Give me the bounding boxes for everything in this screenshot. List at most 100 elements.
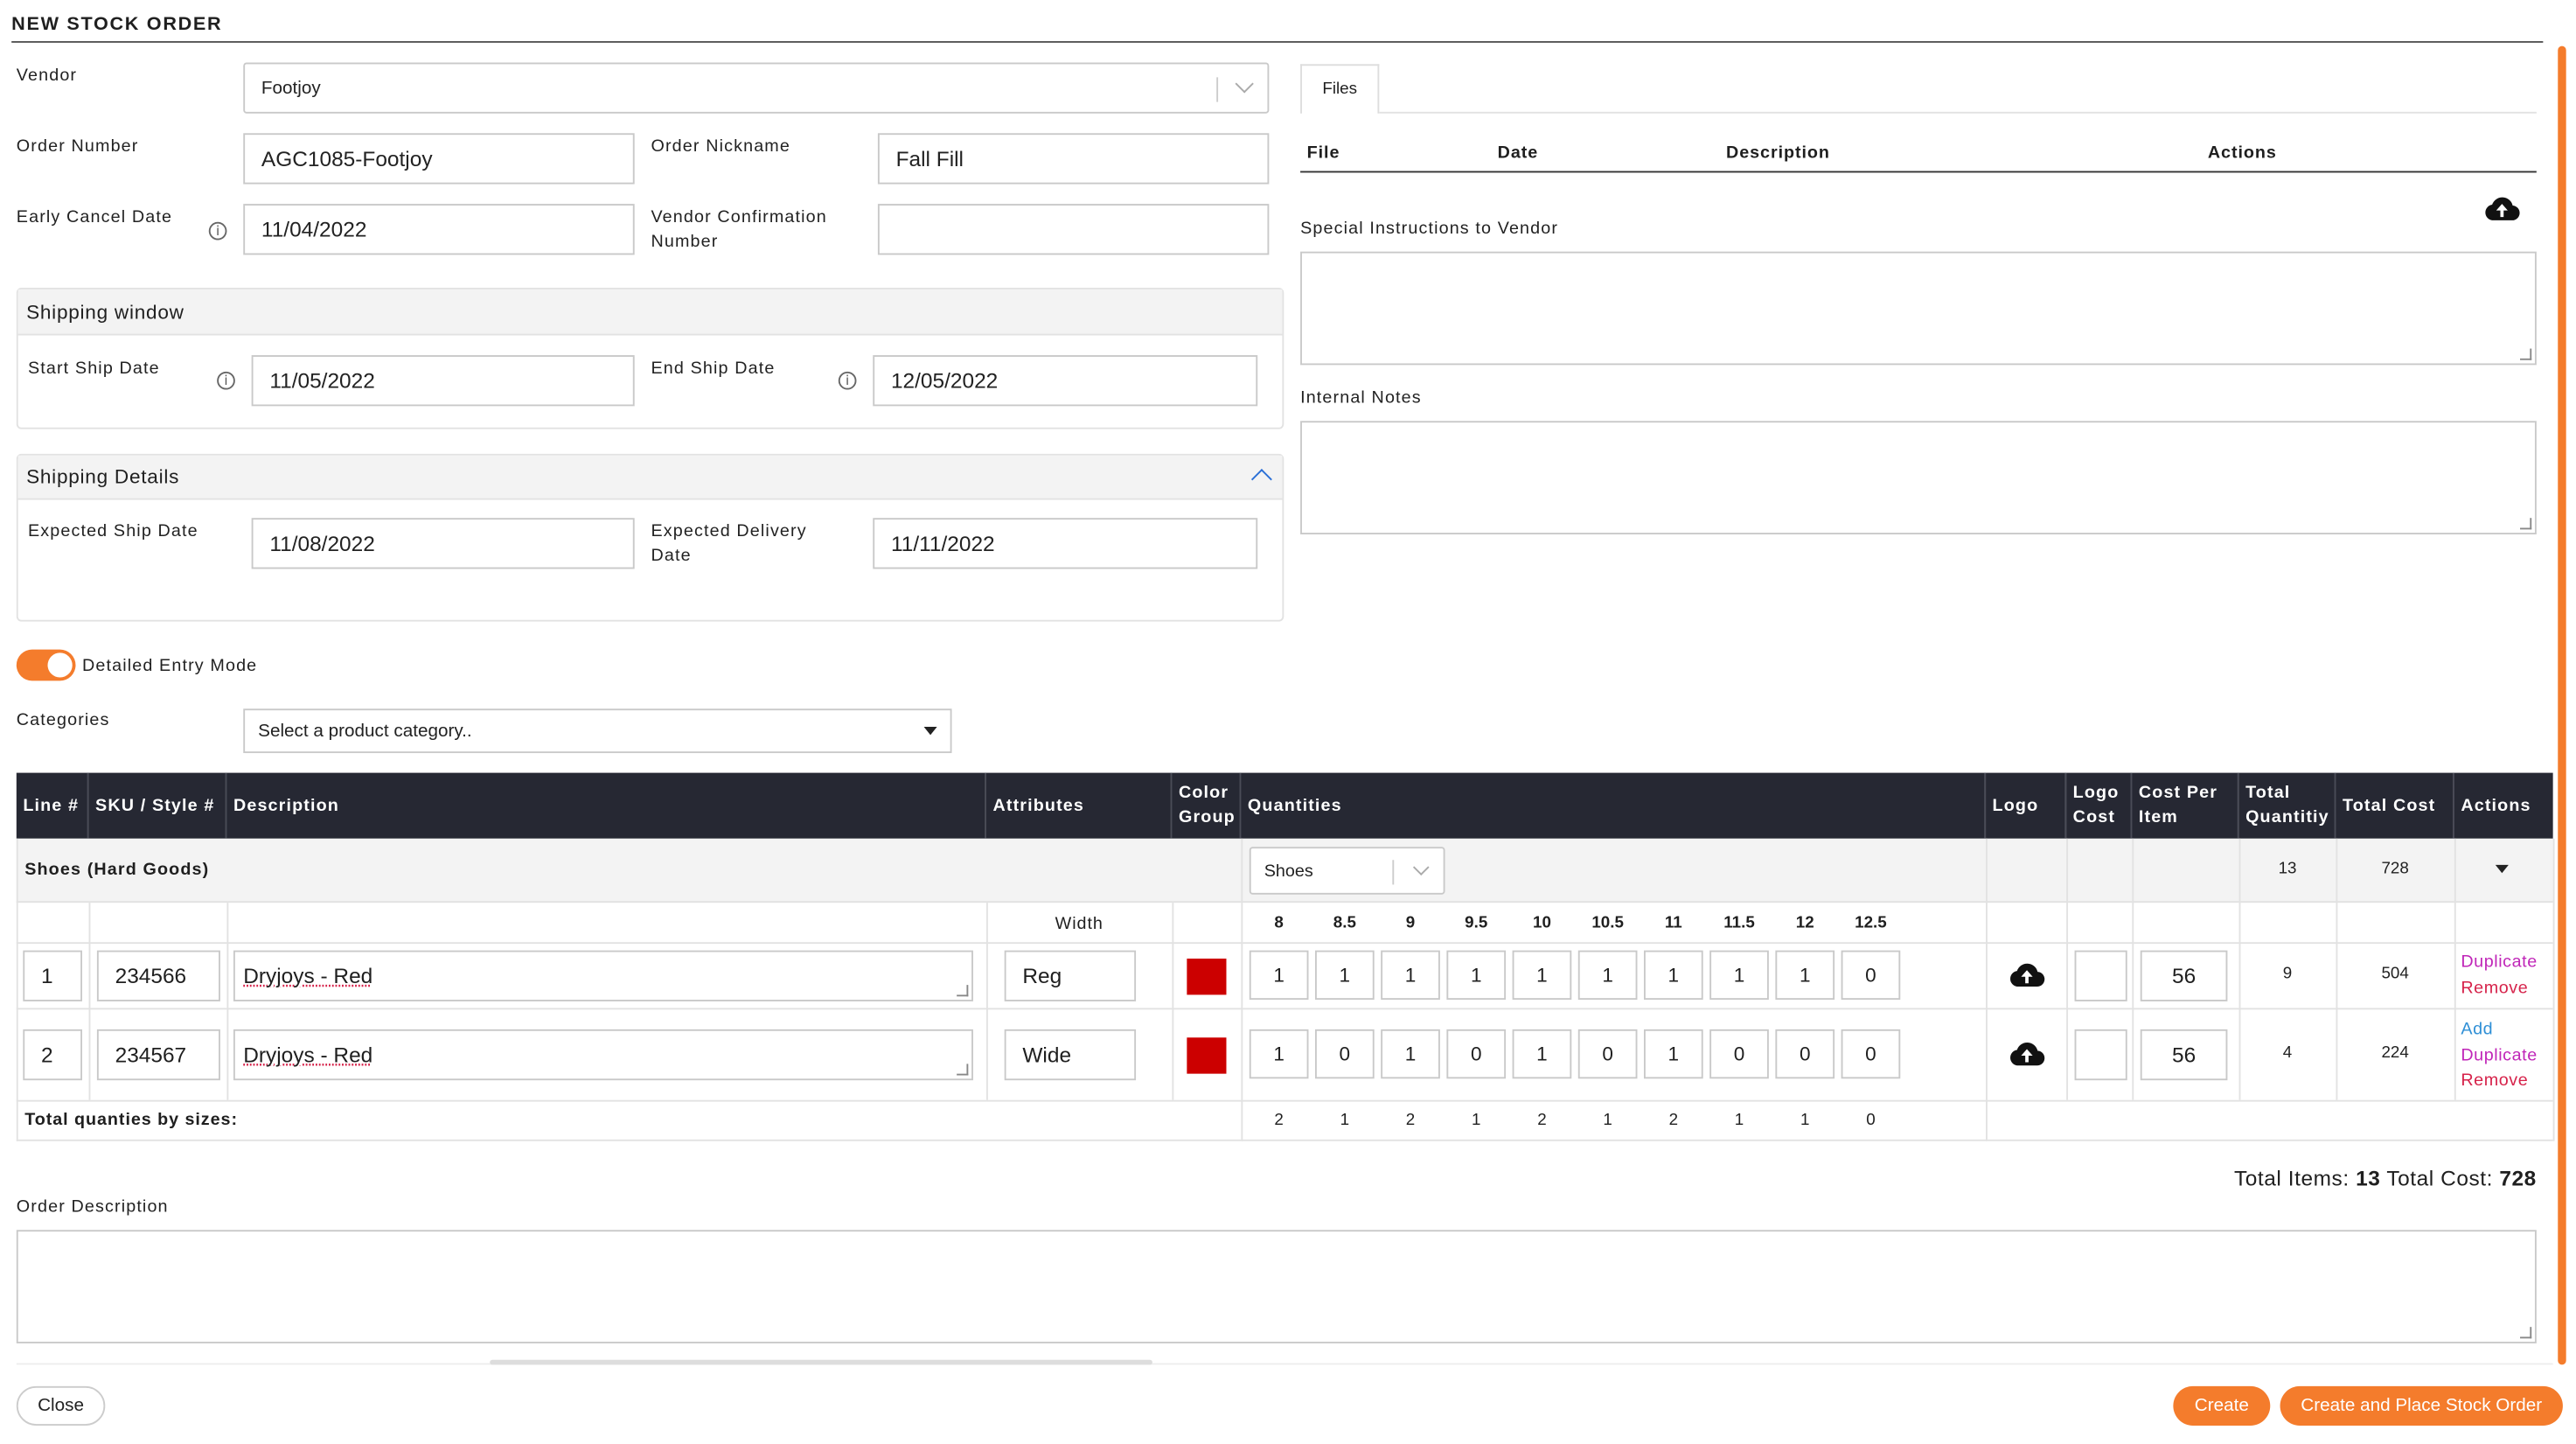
chevron-down-icon[interactable] (1413, 859, 1430, 875)
row-divider (17, 1140, 2553, 1141)
col-divider (1241, 839, 1243, 1141)
sku-input[interactable]: 234566 (97, 951, 220, 1001)
col-color-group-1: Color (1179, 781, 1229, 806)
width-input[interactable]: Wide (1005, 1029, 1136, 1080)
row-divider (17, 1100, 2553, 1102)
cost-per-item-input[interactable]: 56 (2141, 951, 2228, 1001)
info-icon[interactable]: i (217, 372, 235, 390)
end-ship-input[interactable]: 12/05/2022 (873, 355, 1257, 406)
caret-down-icon[interactable] (2496, 865, 2509, 873)
width-input[interactable]: Reg (1005, 951, 1136, 1001)
action-remove-link[interactable]: Remove (2461, 978, 2528, 998)
create-button[interactable]: Create (2173, 1386, 2270, 1426)
quantity-input[interactable]: 1 (1381, 1029, 1440, 1078)
total-cost-value: 728 (2499, 1166, 2536, 1190)
col-divider (89, 903, 91, 1100)
quantity-input[interactable]: 1 (1709, 951, 1769, 1000)
resize-handle[interactable] (957, 985, 968, 996)
quantity-input[interactable]: 1 (1644, 1029, 1703, 1078)
tab-files[interactable]: Files (1300, 64, 1379, 113)
description-input[interactable]: Dryjoys - Red (233, 1029, 973, 1080)
size-total: 1 (1446, 1112, 1506, 1130)
quantity-input[interactable]: 1 (1775, 951, 1835, 1000)
col-divider (1986, 839, 1988, 1141)
col-total-cost: Total Cost (2336, 773, 2454, 839)
logo-cost-input[interactable] (2075, 951, 2127, 1001)
quantity-input[interactable]: 1 (1315, 951, 1375, 1000)
group-total-cost: 728 (2336, 860, 2454, 878)
quantity-input[interactable]: 0 (1446, 1029, 1506, 1078)
files-col-description: Description (1726, 143, 1830, 164)
chevron-down-icon[interactable] (1236, 74, 1254, 93)
size-total: 0 (1841, 1112, 1901, 1130)
attribute-width-header: Width (986, 914, 1172, 934)
quantity-input[interactable]: 0 (1841, 951, 1901, 1000)
action-add-link[interactable]: Add (2461, 1020, 2493, 1040)
special-instructions-textarea[interactable] (1300, 252, 2537, 366)
expected-delivery-input[interactable]: 11/11/2022 (873, 518, 1257, 569)
col-total-qty-1: Total (2245, 781, 2290, 806)
logo-cost-input[interactable] (2075, 1029, 2127, 1080)
resize-handle[interactable] (957, 1064, 968, 1075)
color-swatch[interactable] (1187, 1037, 1226, 1073)
line-input[interactable]: 1 (23, 951, 82, 1001)
category-select[interactable]: Select a product category.. (243, 708, 951, 753)
col-line: Line # (17, 773, 89, 839)
title-divider (11, 41, 2543, 43)
quantity-input[interactable]: 1 (1381, 951, 1440, 1000)
description-input[interactable]: Dryjoys - Red (233, 951, 973, 1001)
quantity-input[interactable]: 1 (1250, 951, 1309, 1000)
info-icon[interactable]: i (839, 372, 857, 390)
cloud-upload-icon[interactable] (2484, 196, 2520, 222)
close-button[interactable]: Close (17, 1386, 106, 1426)
cost-per-item-input[interactable]: 56 (2141, 1029, 2228, 1080)
quantity-input[interactable]: 0 (1841, 1029, 1901, 1078)
quantity-input[interactable]: 1 (1513, 951, 1572, 1000)
col-logo-cost: Logo Cost (2066, 773, 2132, 839)
detailed-entry-toggle[interactable] (17, 650, 76, 681)
action-duplicate-link[interactable]: Duplicate (2461, 952, 2537, 973)
vertical-scrollbar[interactable] (2558, 46, 2566, 1365)
quantity-input[interactable]: 1 (1578, 951, 1638, 1000)
action-duplicate-link[interactable]: Duplicate (2461, 1045, 2537, 1065)
size-header: 11.5 (1709, 914, 1769, 932)
col-divider (986, 903, 988, 1100)
vendor-conf-input[interactable] (878, 204, 1269, 255)
quantity-input[interactable]: 1 (1644, 951, 1703, 1000)
vendor-select[interactable]: Footjoy (243, 62, 1269, 113)
quantity-input[interactable]: 1 (1250, 1029, 1309, 1078)
order-nickname-input[interactable]: Fall Fill (878, 133, 1269, 184)
quantity-input[interactable]: 1 (1513, 1029, 1572, 1078)
size-header: 8.5 (1315, 914, 1375, 932)
cloud-upload-icon[interactable] (2009, 962, 2044, 988)
quantity-input[interactable]: 1 (1446, 951, 1506, 1000)
create-place-order-button[interactable]: Create and Place Stock Order (2280, 1386, 2563, 1426)
detailed-entry-label: Detailed Entry Mode (82, 652, 257, 679)
quantity-input[interactable]: 0 (1775, 1029, 1835, 1078)
col-divider (226, 903, 228, 1100)
total-items-label: Total Items: (2234, 1166, 2350, 1190)
quantity-input[interactable]: 0 (1578, 1029, 1638, 1078)
line-input[interactable]: 2 (23, 1029, 82, 1080)
info-icon[interactable]: i (209, 222, 227, 241)
cloud-upload-icon[interactable] (2009, 1041, 2044, 1067)
internal-notes-textarea[interactable] (1300, 421, 2537, 534)
order-description-textarea[interactable] (17, 1230, 2537, 1343)
select-divider (1216, 77, 1218, 101)
group-size-select[interactable]: Shoes (1250, 847, 1445, 895)
sku-input[interactable]: 234567 (97, 1029, 220, 1080)
quantity-input[interactable]: 0 (1315, 1029, 1375, 1078)
expected-ship-input[interactable]: 11/08/2022 (252, 518, 635, 569)
group-total-qty: 13 (2239, 860, 2336, 878)
action-remove-link[interactable]: Remove (2461, 1071, 2528, 1091)
early-cancel-input[interactable]: 11/04/2022 (243, 204, 634, 255)
order-number-input[interactable]: AGC1085-Footjoy (243, 133, 634, 184)
horizontal-scrollbar[interactable] (490, 1360, 1152, 1365)
resize-handle[interactable] (2520, 1327, 2531, 1338)
start-ship-input[interactable]: 11/05/2022 (252, 355, 635, 406)
caret-down-icon[interactable] (924, 727, 937, 735)
resize-handle[interactable] (2520, 349, 2531, 360)
quantity-input[interactable]: 0 (1709, 1029, 1769, 1078)
color-swatch[interactable] (1187, 959, 1226, 994)
resize-handle[interactable] (2520, 518, 2531, 529)
